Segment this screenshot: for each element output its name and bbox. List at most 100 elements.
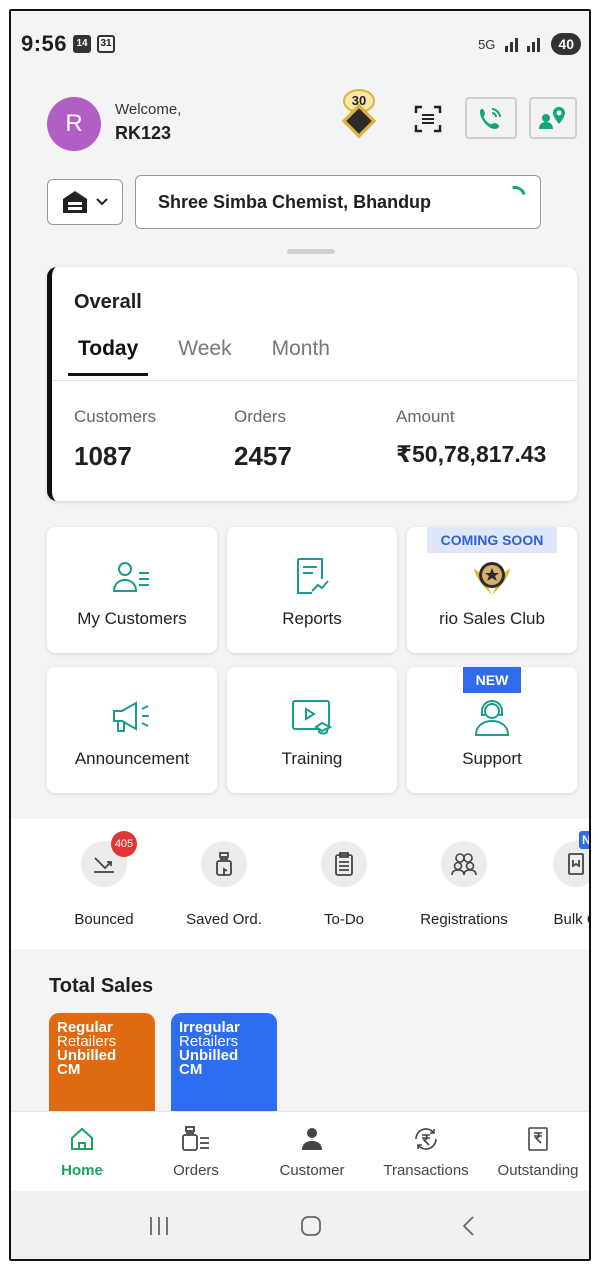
amount-value: ₹50,78,817.43 (396, 441, 547, 467)
quick-saved-orders[interactable]: Saved Ord. (169, 841, 279, 928)
status-bar: 9:56 14 31 5G 40 (21, 29, 581, 59)
recent-apps-button[interactable] (129, 1211, 189, 1241)
tab-week[interactable]: Week (168, 337, 241, 376)
card1-line4: CM (57, 1061, 81, 1078)
bottom-navigation: Home Orders Customer Transactions Outsta… (11, 1111, 589, 1191)
call-button[interactable] (465, 97, 517, 139)
home-icon (71, 1127, 93, 1150)
username: RK123 (115, 123, 172, 143)
tile-my-customers[interactable]: My Customers (47, 527, 217, 653)
quick-registrations-label: Registrations (420, 911, 508, 928)
tile-my-customers-label: My Customers (77, 609, 187, 628)
tile-announcement-label: Announcement (74, 749, 190, 768)
barcode-scan-icon (414, 105, 442, 133)
nav-transactions-label: Transactions (383, 1162, 469, 1179)
quick-actions-bar: 405 Bounced Saved Ord. To-Do Registratio… (11, 819, 589, 949)
quick-bounced[interactable]: 405 Bounced (49, 831, 159, 928)
bounced-count-badge: 405 (111, 831, 137, 857)
store-type-dropdown[interactable] (47, 179, 123, 225)
nav-customer-label: Customer (279, 1162, 345, 1179)
app-header: R Welcome, RK123 30 (47, 89, 577, 159)
tile-sales-club[interactable]: COMING SOON rio Sales Club (407, 527, 577, 653)
customer-person-icon (302, 1128, 322, 1150)
network-label: 5G (478, 36, 496, 52)
chevron-down-icon (96, 198, 108, 206)
quick-todo-label: To-Do (323, 911, 364, 928)
quick-bulk-orders[interactable]: NEW Bulk O (521, 831, 589, 928)
orders-value: 2457 (234, 441, 292, 471)
tile-reports-label: Reports (282, 609, 342, 628)
tile-training-label: Training (281, 749, 343, 768)
loading-spinner-icon (499, 181, 531, 213)
nav-orders-label: Orders (173, 1162, 219, 1179)
amount-label: Amount (396, 407, 455, 426)
stat-orders: Orders 2457 (234, 407, 292, 472)
orders-label: Orders (234, 407, 286, 426)
phone-screen: 9:56 14 31 5G 40 R Welcome, RK123 30 Shr… (9, 9, 591, 1261)
regular-retailers-card[interactable]: Regular Retailers Unbilled CM (49, 1013, 155, 1113)
nav-home[interactable]: Home (27, 1126, 137, 1179)
store-icon (63, 191, 87, 213)
phone-call-icon (480, 108, 501, 129)
coming-soon-badge: COMING SOON (427, 527, 557, 553)
drag-handle[interactable] (287, 249, 335, 254)
quick-registrations[interactable]: Registrations (409, 841, 519, 928)
back-button[interactable] (439, 1211, 499, 1241)
quick-bulk-orders-label: Bulk O (553, 911, 589, 928)
total-sales-title: Total Sales (49, 975, 154, 997)
quick-saved-orders-label: Saved Ord. (186, 911, 262, 928)
tile-support[interactable]: NEW Support (407, 667, 577, 793)
calendar-day-icon: 14 (73, 35, 92, 53)
signal-icon (505, 38, 541, 52)
customers-icon (112, 562, 149, 592)
reports-icon (297, 558, 329, 594)
battery-badge: 40 (551, 33, 581, 55)
nav-orders[interactable]: Orders (141, 1126, 251, 1179)
outstanding-bill-icon (528, 1127, 548, 1151)
tab-month[interactable]: Month (262, 337, 340, 376)
store-name-field[interactable]: Shree Simba Chemist, Bhandup (135, 175, 541, 229)
orders-icon (182, 1126, 209, 1151)
quick-bounced-label: Bounced (74, 911, 134, 928)
avatar[interactable]: R (47, 97, 101, 151)
overall-card: Overall Today Week Month Customers 1087 … (47, 267, 577, 501)
back-chevron-icon (462, 1216, 474, 1236)
system-navigation-bar (11, 1191, 589, 1259)
rewards-button[interactable]: 30 (337, 89, 381, 141)
todo-clipboard-icon (335, 852, 353, 876)
nav-outstanding-label: Outstanding (497, 1162, 579, 1179)
transactions-rupee-icon (415, 1128, 437, 1150)
overall-title: Overall (74, 291, 142, 313)
barcode-scan-button[interactable] (407, 101, 449, 137)
customers-value: 1087 (74, 441, 132, 471)
nav-transactions[interactable]: Transactions (371, 1126, 481, 1179)
location-button[interactable] (529, 97, 577, 139)
sales-club-crown-icon (474, 562, 510, 595)
card2-line4: CM (179, 1061, 203, 1078)
period-tabs: Today Week Month (68, 337, 340, 376)
megaphone-icon (113, 701, 149, 732)
tabs-divider (52, 380, 577, 381)
nav-outstanding[interactable]: Outstanding (483, 1126, 589, 1179)
tile-training[interactable]: Training (227, 667, 397, 793)
quick-todo[interactable]: To-Do (289, 841, 399, 928)
registrations-users-icon (451, 853, 477, 876)
saved-order-icon (216, 852, 232, 876)
stat-amount: Amount ₹50,78,817.43 (396, 407, 546, 468)
new-badge: NEW (463, 667, 521, 693)
nav-customer[interactable]: Customer (257, 1126, 367, 1179)
store-selector: Shree Simba Chemist, Bhandup (47, 175, 555, 231)
tile-announcement[interactable]: Announcement (47, 667, 217, 793)
training-video-icon (292, 700, 333, 735)
tile-support-label: Support (462, 749, 522, 768)
recent-apps-icon (150, 1217, 168, 1235)
tab-today[interactable]: Today (68, 337, 149, 376)
bulk-new-badge: NEW (579, 831, 589, 849)
irregular-retailers-card[interactable]: Irregular Retailers Unbilled CM (171, 1013, 277, 1113)
tile-reports[interactable]: Reports (227, 527, 397, 653)
support-agent-icon (474, 700, 510, 736)
bulk-order-icon (568, 853, 584, 875)
tile-sales-club-label: rio Sales Club (439, 609, 545, 628)
home-system-button[interactable] (281, 1211, 341, 1241)
welcome-text: Welcome, (115, 101, 182, 118)
